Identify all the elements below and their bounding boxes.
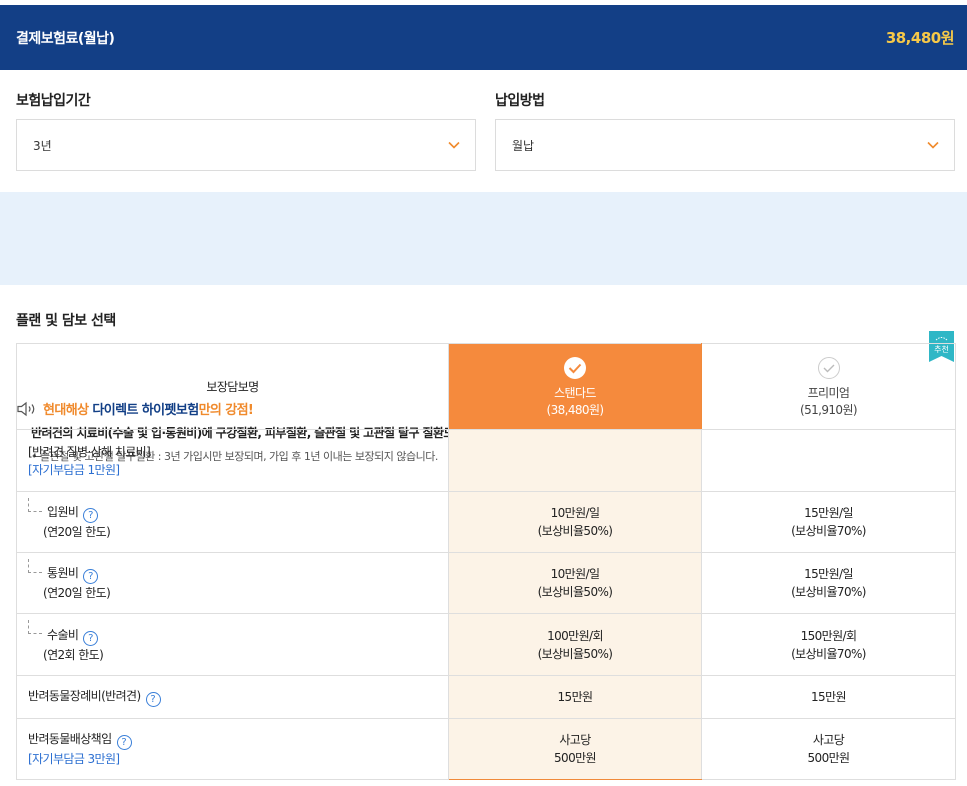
chevron-down-icon xyxy=(448,141,460,149)
question-icon[interactable]: ? xyxy=(145,692,161,707)
tree-connector xyxy=(28,498,42,512)
premium-header: 결제보험료(월납) 38,480원 xyxy=(0,5,967,70)
premium-cell: 사고당 500만원 xyxy=(701,718,956,780)
premium-ratio: (보상비율70%) xyxy=(791,646,866,661)
plan-premium-option[interactable]: 프리미엄 (51,910원) xyxy=(701,343,956,430)
coverage-title: [반려견 질병·상해 치료비] xyxy=(28,444,151,459)
standard-amount: 10만원/일 xyxy=(550,567,600,581)
coverage-label: 통원비? (연20일 한도) xyxy=(16,552,449,614)
premium-cell: 15만원 xyxy=(701,675,956,719)
tree-connector xyxy=(28,559,42,573)
coverage-label: 수술비? (연2회 한도) xyxy=(16,613,449,676)
coverage-label: [반려견 질병·상해 치료비] [자기부담금 1만원] xyxy=(16,429,449,492)
method-label: 납입방법 xyxy=(495,93,545,109)
standard-cell: 10만원/일 (보상비율50%) xyxy=(448,491,702,553)
plan-standard-option[interactable]: 스탠다드 (38,480원) xyxy=(448,343,702,430)
coverage-title: 수술비 xyxy=(47,627,79,642)
standard-ratio: (보상비율50%) xyxy=(537,524,613,538)
premium-cell: 15만원/일 (보상비율70%) xyxy=(701,491,956,553)
standard-amount: 100만원/회 xyxy=(547,628,603,643)
coverage-title: 반려동물장례비(반려견) xyxy=(28,689,141,703)
premium-amount: 15만원/일 xyxy=(804,506,853,520)
coverage-limit: (연2회 한도) xyxy=(43,647,104,662)
coverage-limit: (연20일 한도) xyxy=(43,525,111,539)
plan-premium-name: 프리미엄 xyxy=(807,385,850,400)
method-value: 월납 xyxy=(512,138,535,153)
question-icon[interactable]: ? xyxy=(116,735,132,750)
premium-cell: 15만원/일 (보상비율70%) xyxy=(701,552,956,614)
premium-amount: 사고당 xyxy=(812,733,845,747)
table-row: 반려동물장례비(반려견)? 15만원 15만원 xyxy=(16,675,956,719)
premium-ratio: (보상비율70%) xyxy=(791,585,866,599)
table-row: 입원비? (연20일 한도) 10만원/일 (보상비율50%) 15만원/일 (… xyxy=(16,491,956,553)
coverage-deductible: [자기부담금 3만원] xyxy=(28,752,120,766)
check-circle-icon xyxy=(564,356,586,379)
coverage-label: 반려동물배상책임? [자기부담금 3만원] xyxy=(16,718,449,780)
tree-connector xyxy=(28,620,42,634)
period-label: 보험납입기간 xyxy=(16,93,91,109)
premium-price: 38,480원 xyxy=(885,29,955,47)
premium-ratio: (보상비율70%) xyxy=(791,524,866,538)
coverage-title: 통원비 xyxy=(47,566,79,580)
premium-limit: 500만원 xyxy=(807,751,851,765)
coverage-limit: (연20일 한도) xyxy=(43,586,111,600)
premium-amount: 150만원/회 xyxy=(800,628,857,643)
premium-amount: 15만원/일 xyxy=(804,567,853,581)
standard-cell: 사고당 500만원 xyxy=(448,718,702,780)
table-row: 통원비? (연20일 한도) 10만원/일 (보상비율50%) 15만원/일 (… xyxy=(16,552,956,614)
standard-amount: 10만원/일 xyxy=(550,506,600,520)
question-icon[interactable]: ? xyxy=(83,569,99,584)
standard-cell: 15만원 xyxy=(448,675,702,719)
standard-cell: 100만원/회 (보상비율50%) xyxy=(448,613,702,676)
check-circle-icon xyxy=(817,356,840,379)
period-value: 3년 xyxy=(33,138,52,153)
table-row: [반려견 질병·상해 치료비] [자기부담금 1만원] xyxy=(16,429,956,492)
plan-section-title: 플랜 및 담보 선택 xyxy=(16,313,116,329)
table-row: 수술비? (연2회 한도) 100만원/회 (보상비율50%) 150만원/회 … xyxy=(16,613,956,676)
premium-cell xyxy=(701,429,956,492)
chevron-down-icon xyxy=(927,141,939,149)
method-select[interactable]: 월납 xyxy=(495,119,955,171)
plan-standard-name: 스탠다드 xyxy=(554,385,596,400)
standard-cell: 10만원/일 (보상비율50%) xyxy=(448,552,702,614)
period-select[interactable]: 3년 xyxy=(16,119,476,171)
coverage-table: 보장담보명 스탠다드 (38,480원) 프리미엄 (51,910원) [반려견… xyxy=(16,343,956,780)
coverage-label: 반려동물장례비(반려견)? xyxy=(16,675,449,719)
table-row: 반려동물배상책임? [자기부담금 3만원] 사고당 500만원 사고당 500만… xyxy=(16,718,956,780)
standard-ratio: (보상비율50%) xyxy=(537,585,613,599)
coverage-deductible: [자기부담금 1만원] xyxy=(28,462,120,477)
question-icon[interactable]: ? xyxy=(83,630,99,646)
coverage-title: 반려동물배상책임 xyxy=(28,732,112,746)
coverage-name-header: 보장담보명 xyxy=(16,343,449,430)
question-icon[interactable]: ? xyxy=(83,508,99,523)
premium-cell: 150만원/회 (보상비율70%) xyxy=(701,613,956,676)
premium-title: 결제보험료(월납) xyxy=(16,30,115,47)
standard-cell xyxy=(448,429,702,492)
coverage-label: 입원비? (연20일 한도) xyxy=(16,491,449,553)
plan-premium-price: (51,910원) xyxy=(800,402,858,417)
standard-ratio: (보상비율50%) xyxy=(537,646,613,661)
table-header-row: 보장담보명 스탠다드 (38,480원) 프리미엄 (51,910원) xyxy=(16,343,956,430)
premium-amount: 15만원 xyxy=(811,690,847,704)
standard-amount: 사고당 xyxy=(559,733,591,747)
coverage-title: 입원비 xyxy=(47,505,79,519)
standard-amount: 15만원 xyxy=(557,690,594,704)
standard-limit: 500만원 xyxy=(554,751,597,765)
plan-standard-price: (38,480원) xyxy=(546,402,605,417)
